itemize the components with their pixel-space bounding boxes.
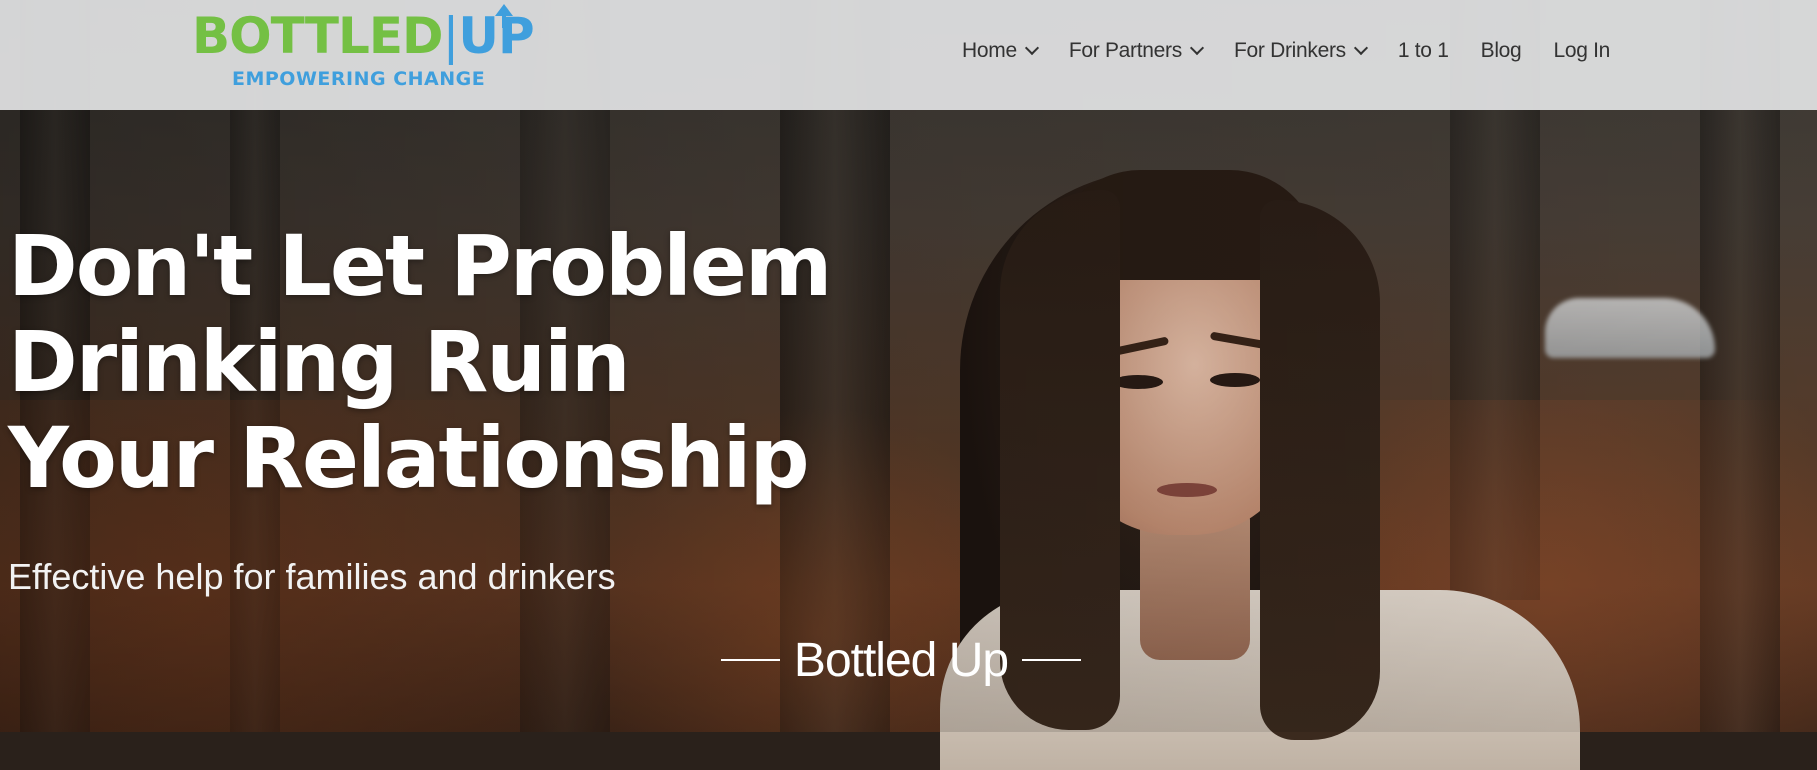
nav-item-label: Home [962, 39, 1017, 62]
divider-line [721, 659, 780, 661]
nav-item-label: For Partners [1068, 39, 1182, 62]
chevron-down-icon [1353, 40, 1368, 56]
logo-wordmark: BOTTLED|UP [192, 7, 535, 65]
hero-headline: Don't Let Problem Drinking Ruin Your Rel… [8, 218, 868, 506]
nav-item-blog[interactable]: Blog [1481, 39, 1522, 63]
brand-caption: Bottled Up [721, 630, 1081, 690]
nav-item-log-in[interactable]: Log In [1553, 39, 1610, 63]
divider-line [1022, 659, 1081, 661]
logo-word-bottled: BOTTLED [192, 7, 443, 65]
nav-item-label: Log In [1553, 39, 1611, 62]
hero-headline-line: Your Relationship [8, 409, 810, 507]
chevron-down-icon [1024, 40, 1039, 56]
nav-item-label: For Drinkers [1233, 39, 1346, 62]
nav-item-1-to-1[interactable]: 1 to 1 [1398, 39, 1449, 63]
nav-item-for-drinkers[interactable]: For Drinkers [1233, 39, 1368, 63]
hero-headline-line: Drinking Ruin [8, 313, 631, 411]
chevron-down-icon [1189, 40, 1205, 56]
logo-tagline: EMPOWERING CHANGE [232, 68, 486, 90]
site-logo[interactable]: BOTTLED|UP EMPOWERING CHANGE [192, 4, 562, 96]
hero-headline-line: Don't Let Problem [8, 217, 832, 315]
nav-item-label: Blog [1480, 39, 1522, 62]
nav-item-for-partners[interactable]: For Partners [1068, 39, 1205, 63]
brand-caption-text: Bottled Up [793, 633, 1009, 687]
nav-item-label: 1 to 1 [1397, 39, 1449, 62]
nav-item-home[interactable]: Home [962, 39, 1039, 63]
main-navigation: Home For Partners For Drinkers 1 to 1 Bl… [962, 36, 1610, 66]
site-header: BOTTLED|UP EMPOWERING CHANGE Home For Pa… [0, 0, 1817, 110]
hero-subheadline: Effective help for families and drinkers [8, 556, 616, 597]
